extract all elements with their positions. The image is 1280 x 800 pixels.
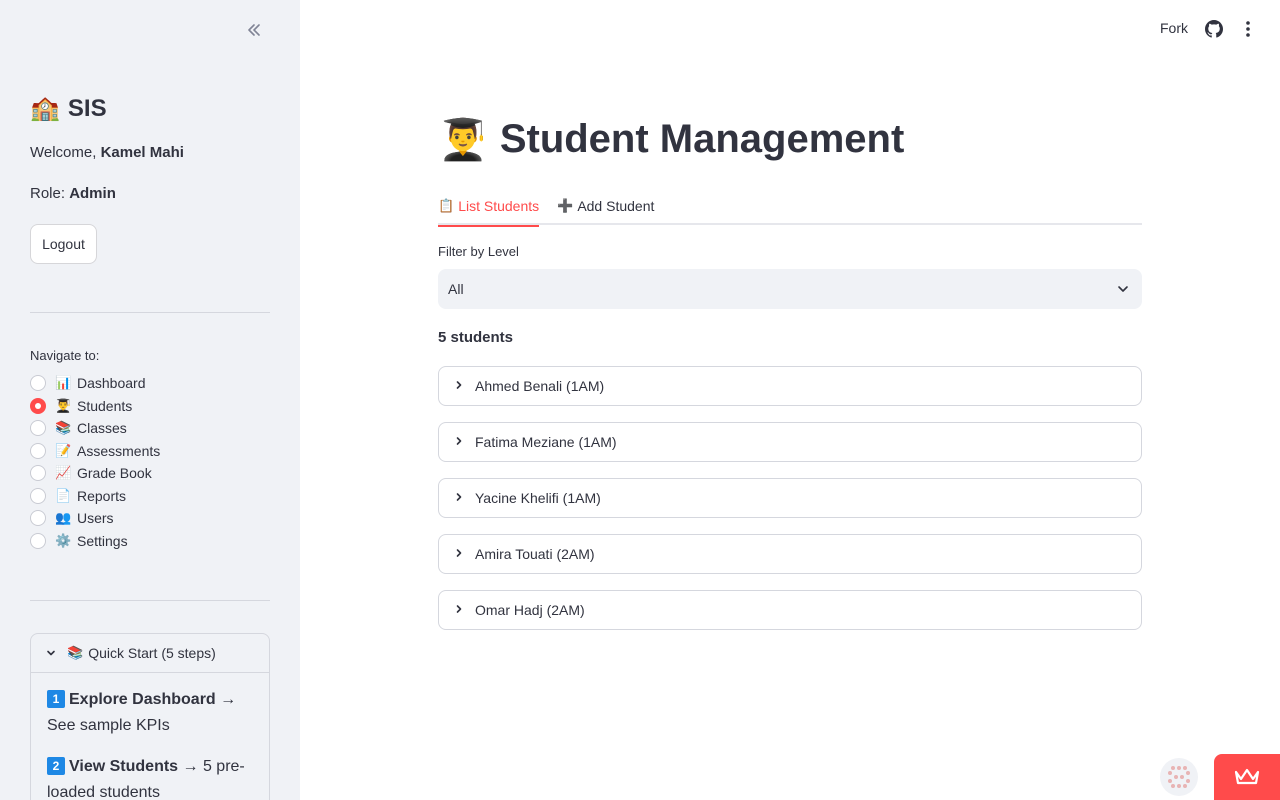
nav-emoji-icon: 📝: [55, 442, 72, 458]
status-widget-icon[interactable]: [1160, 758, 1198, 796]
nav-item-label: Settings: [77, 532, 128, 549]
student-expander[interactable]: Omar Hadj (2AM): [438, 590, 1142, 630]
nav-item-label: Assessments: [77, 442, 161, 459]
chevron-down-icon: [45, 647, 59, 659]
page-title: 👨‍🎓 Student Management: [438, 116, 904, 163]
chevron-right-icon: [453, 435, 467, 449]
student-icon: 👨‍🎓: [438, 118, 488, 162]
collapse-sidebar-icon[interactable]: [244, 20, 264, 40]
radio-button[interactable]: [30, 397, 46, 414]
quickstart-step: 1 Explore Dashboard → See sample KPIs: [47, 687, 253, 739]
student-name: Omar Hadj (2AM): [475, 602, 585, 618]
student-expander[interactable]: Ahmed Benali (1AM): [438, 366, 1142, 406]
user-role: Admin: [69, 185, 116, 202]
level-filter-value: All: [448, 281, 464, 297]
tab-add-student[interactable]: ➕ Add Student: [557, 186, 654, 225]
quickstart-expander: 📚 Quick Start (5 steps) 1 Explore Dashboa…: [30, 633, 270, 800]
welcome-prefix: Welcome,: [30, 144, 101, 161]
github-icon[interactable]: [1205, 20, 1223, 38]
filter-label: Filter by Level: [438, 244, 519, 259]
deploy-crown-button[interactable]: [1214, 754, 1280, 800]
nav-item-users[interactable]: 👥 Users: [30, 507, 160, 530]
chevron-right-icon: [453, 603, 467, 617]
quickstart-header[interactable]: 📚 Quick Start (5 steps): [31, 634, 269, 673]
nav-item-label: Dashboard: [77, 375, 146, 392]
nav-item-reports[interactable]: 📄 Reports: [30, 485, 160, 508]
student-name: Yacine Khelifi (1AM): [475, 490, 601, 506]
user-name: Kamel Mahi: [100, 144, 184, 161]
nav-radio-group: 📊 Dashboard 👨‍🎓 Students 📚 Classes 📝 Assessment…: [30, 372, 160, 552]
crown-icon: [1234, 768, 1260, 785]
more-menu-icon[interactable]: [1244, 20, 1252, 38]
student-expander[interactable]: Amira Touati (2AM): [438, 534, 1142, 574]
radio-button[interactable]: [30, 532, 46, 549]
student-name: Ahmed Benali (1AM): [475, 378, 605, 394]
nav-emoji-icon: 📈: [55, 465, 72, 481]
app-title: 🏫 SIS: [30, 94, 107, 123]
nav-item-label: Students: [77, 397, 133, 414]
tab-label: Add Student: [577, 197, 655, 214]
quickstart-step: 2 View Students → 5 pre-loaded students: [47, 754, 253, 800]
radio-button[interactable]: [30, 442, 46, 459]
page-title-text: Student Management: [499, 117, 905, 161]
divider: [30, 312, 270, 313]
school-icon: 🏫: [30, 95, 60, 122]
quickstart-title: Quick Start (5 steps): [88, 645, 216, 661]
role-text: Role: Admin: [30, 185, 116, 202]
nav-item-label: Users: [77, 510, 114, 527]
step-title: View Students: [69, 758, 179, 775]
student-name: Fatima Meziane (1AM): [475, 434, 617, 450]
chevron-right-icon: [453, 379, 467, 393]
nav-item-assessments[interactable]: 📝 Assessments: [30, 440, 160, 463]
nav-emoji-icon: 👥: [55, 510, 72, 526]
tab-emoji-icon: 📋: [438, 197, 455, 213]
welcome-text: Welcome, Kamel Mahi: [30, 144, 184, 161]
tab-emoji-icon: ➕: [557, 197, 574, 213]
step-number-badge: 2: [47, 757, 65, 775]
books-icon: 📚: [67, 645, 84, 660]
nav-emoji-icon: ⚙️: [55, 532, 72, 548]
radio-button[interactable]: [30, 420, 46, 437]
nav-emoji-icon: 📄: [55, 487, 72, 503]
nav-emoji-icon: 📊: [55, 375, 72, 391]
student-expander[interactable]: Fatima Meziane (1AM): [438, 422, 1142, 462]
student-name: Amira Touati (2AM): [475, 546, 595, 562]
nav-item-label: Reports: [77, 487, 127, 504]
nav-item-settings[interactable]: ⚙️ Settings: [30, 530, 160, 553]
fork-link[interactable]: Fork: [1160, 20, 1188, 36]
radio-button[interactable]: [30, 487, 46, 504]
quickstart-body: 1 Explore Dashboard → See sample KPIs 2 Vie…: [31, 673, 269, 800]
tab-list-students[interactable]: 📋 List Students: [438, 186, 540, 227]
nav-item-label: Classes: [77, 420, 127, 437]
sidebar: 🏫 SIS Welcome, Kamel Mahi Role: Admin Lo…: [0, 0, 300, 800]
student-count: 5 students: [438, 329, 514, 346]
nav-item-classes[interactable]: 📚 Classes: [30, 417, 160, 440]
nav-emoji-icon: 👨‍🎓: [55, 397, 72, 413]
radio-button[interactable]: [30, 375, 46, 392]
level-filter-select[interactable]: All: [438, 269, 1142, 309]
tab-label: List Students: [458, 197, 540, 214]
chevron-right-icon: [453, 547, 467, 561]
radio-button[interactable]: [30, 465, 46, 482]
role-prefix: Role:: [30, 185, 70, 202]
student-list: Ahmed Benali (1AM) Fatima Meziane (1AM) Ya…: [438, 366, 1142, 646]
tab-bar: 📋 List Students ➕ Add Student: [438, 186, 1142, 227]
radio-button[interactable]: [30, 510, 46, 527]
nav-item-students[interactable]: 👨‍🎓 Students: [30, 395, 160, 418]
nav-item-grade-book[interactable]: 📈 Grade Book: [30, 462, 160, 485]
step-title: Explore Dashboard: [69, 691, 216, 708]
app-title-text: SIS: [67, 94, 107, 122]
student-expander[interactable]: Yacine Khelifi (1AM): [438, 478, 1142, 518]
chevron-down-icon: [1116, 282, 1130, 296]
nav-item-label: Grade Book: [77, 465, 152, 482]
divider: [30, 600, 270, 601]
nav-label: Navigate to:: [30, 348, 100, 363]
logout-button[interactable]: Logout: [30, 224, 97, 264]
chevron-right-icon: [453, 491, 467, 505]
step-number-badge: 1: [47, 690, 65, 708]
nav-item-dashboard[interactable]: 📊 Dashboard: [30, 372, 160, 395]
nav-emoji-icon: 📚: [55, 420, 72, 436]
